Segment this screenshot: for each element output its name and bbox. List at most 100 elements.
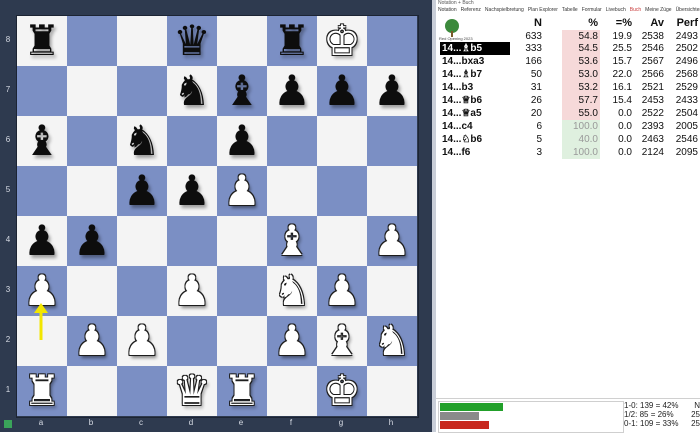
- white-pawn-icon[interactable]: ♟: [67, 316, 117, 366]
- square-c7[interactable]: [117, 66, 167, 116]
- square-a2[interactable]: [17, 316, 67, 366]
- square-e2[interactable]: [217, 316, 267, 366]
- square-d2[interactable]: [167, 316, 217, 366]
- book-move-row[interactable]: 14...bxa3 166 53.6 15.7 2567 2496: [436, 55, 700, 68]
- square-e3[interactable]: [217, 266, 267, 316]
- black-pawn-icon[interactable]: ♟: [167, 166, 217, 216]
- square-c3[interactable]: [117, 266, 167, 316]
- black-pawn-icon[interactable]: ♟: [17, 216, 67, 266]
- move-performance: 2005: [675, 121, 698, 132]
- square-h5[interactable]: [367, 166, 417, 216]
- square-b7[interactable]: [67, 66, 117, 116]
- square-f6[interactable]: [267, 116, 317, 166]
- black-queen-icon[interactable]: ♛: [167, 16, 217, 66]
- white-pawn-icon[interactable]: ♟: [217, 166, 267, 216]
- file-label: f: [289, 418, 293, 427]
- black-pawn-icon[interactable]: ♟: [317, 66, 367, 116]
- black-pawn-icon[interactable]: ♟: [267, 66, 317, 116]
- move-count: 3: [536, 147, 542, 158]
- black-rook-icon[interactable]: ♜: [17, 16, 67, 66]
- white-queen-icon[interactable]: ♛: [167, 366, 217, 416]
- white-bishop-icon[interactable]: ♝: [267, 216, 317, 266]
- book-move-row[interactable]: 14...b3 31 53.2 16.1 2521 2529: [436, 81, 700, 94]
- move-label: 14...♕a5: [442, 108, 482, 119]
- book-header-row: N % =% Av Perf: [436, 17, 700, 29]
- black-pawn-icon[interactable]: ♟: [117, 166, 167, 216]
- square-h8[interactable]: [367, 16, 417, 66]
- menu-item[interactable]: Livebuch: [606, 7, 626, 13]
- move-average-elo: 2566: [641, 69, 664, 80]
- black-rook-icon[interactable]: ♜: [267, 16, 317, 66]
- square-d4[interactable]: [167, 216, 217, 266]
- square-b8[interactable]: [67, 16, 117, 66]
- pane-menu: Notation Referenz Nachspielbretung Plan Exp…: [438, 7, 700, 13]
- white-pawn-icon[interactable]: ♟: [117, 316, 167, 366]
- menu-item[interactable]: Tabelle: [562, 7, 578, 13]
- square-h3[interactable]: [367, 266, 417, 316]
- menu-item[interactable]: Plan Explorer: [528, 7, 558, 13]
- book-move-row[interactable]: 14...♘b6 5 40.0 0.0 2463 2546: [436, 133, 700, 146]
- black-king-icon[interactable]: ♚: [317, 16, 367, 66]
- black-bishop-icon[interactable]: ♝: [17, 116, 67, 166]
- black-knight-icon[interactable]: ♞: [117, 116, 167, 166]
- black-knight-icon[interactable]: ♞: [167, 66, 217, 116]
- book-move-row[interactable]: 14...♗b7 50 53.0 22.0 2566 2568: [436, 68, 700, 81]
- white-pawn-icon[interactable]: ♟: [367, 216, 417, 266]
- square-a5[interactable]: [17, 166, 67, 216]
- book-move-row[interactable]: 14...c4 6 100.0 0.0 2393 2005: [436, 120, 700, 133]
- black-pawn-icon[interactable]: ♟: [367, 66, 417, 116]
- square-e4[interactable]: [217, 216, 267, 266]
- square-e8[interactable]: [217, 16, 267, 66]
- menu-item[interactable]: Meine Züge: [645, 7, 671, 13]
- square-b3[interactable]: [67, 266, 117, 316]
- white-pawn-icon[interactable]: ♟: [267, 316, 317, 366]
- square-f1[interactable]: [267, 366, 317, 416]
- book-move-row[interactable]: 14...♗b5 333 54.5 25.5 2546 2502: [436, 42, 700, 55]
- book-move-row[interactable]: 14...♕b6 26 57.7 15.4 2453 2433: [436, 94, 700, 107]
- black-pawn-icon[interactable]: ♟: [67, 216, 117, 266]
- square-b6[interactable]: [67, 116, 117, 166]
- white-king-icon[interactable]: ♚: [317, 366, 367, 416]
- move-label: 14...♗b5: [440, 42, 510, 55]
- square-c8[interactable]: [117, 16, 167, 66]
- square-d6[interactable]: [167, 116, 217, 166]
- header-draw-percent[interactable]: =%: [602, 17, 632, 29]
- square-g5[interactable]: [317, 166, 367, 216]
- menu-item[interactable]: Formular: [582, 7, 602, 13]
- square-a7[interactable]: [17, 66, 67, 116]
- white-bishop-icon[interactable]: ♝: [317, 316, 367, 366]
- square-b1[interactable]: [67, 366, 117, 416]
- black-pawn-icon[interactable]: ♟: [217, 116, 267, 166]
- header-performance[interactable]: Perf: [670, 17, 698, 29]
- header-n[interactable]: N: [514, 17, 542, 29]
- chess-board[interactable]: ♜ ♛ ♜ ♚ ♞ ♝ ♟ ♟ ♟ ♝ ♞ ♟ ♟ ♟ ♟ ♟ ♟ ♝ ♟ ♟ ♟ ♞ ♟ ♟ ♟ ♟ ♝ ♞ ♜ ♛ ♜ ♚: [16, 15, 419, 418]
- move-count: 20: [530, 108, 542, 119]
- menu-item[interactable]: Notation: [438, 7, 457, 13]
- square-f5[interactable]: [267, 166, 317, 216]
- move-average-elo: 2521: [641, 82, 664, 93]
- square-c1[interactable]: [117, 366, 167, 416]
- square-c4[interactable]: [117, 216, 167, 266]
- square-g4[interactable]: [317, 216, 367, 266]
- book-move-row[interactable]: 14...f6 3 100.0 0.0 2124 2095: [436, 146, 700, 159]
- menu-item[interactable]: Referenz: [461, 7, 481, 13]
- white-pawn-icon[interactable]: ♟: [167, 266, 217, 316]
- menu-item[interactable]: Buch: [630, 7, 641, 13]
- square-h6[interactable]: [367, 116, 417, 166]
- square-b5[interactable]: [67, 166, 117, 216]
- white-rook-icon[interactable]: ♜: [217, 366, 267, 416]
- menu-item[interactable]: Übersichten: [676, 7, 700, 13]
- square-g6[interactable]: [317, 116, 367, 166]
- white-pawn-icon[interactable]: ♟: [317, 266, 367, 316]
- white-rook-icon[interactable]: ♜: [17, 366, 67, 416]
- white-pawn-icon[interactable]: ♟: [17, 266, 67, 316]
- book-move-row[interactable]: 14...♕a5 20 55.0 0.0 2522 2504: [436, 107, 700, 120]
- square-h1[interactable]: [367, 366, 417, 416]
- black-bishop-icon[interactable]: ♝: [217, 66, 267, 116]
- menu-item[interactable]: Nachspielbretung: [485, 7, 524, 13]
- white-knight-icon[interactable]: ♞: [267, 266, 317, 316]
- file-label: h: [388, 418, 394, 427]
- header-average-elo[interactable]: Av: [634, 17, 664, 29]
- white-knight-icon[interactable]: ♞: [367, 316, 417, 366]
- header-percent[interactable]: %: [562, 17, 598, 29]
